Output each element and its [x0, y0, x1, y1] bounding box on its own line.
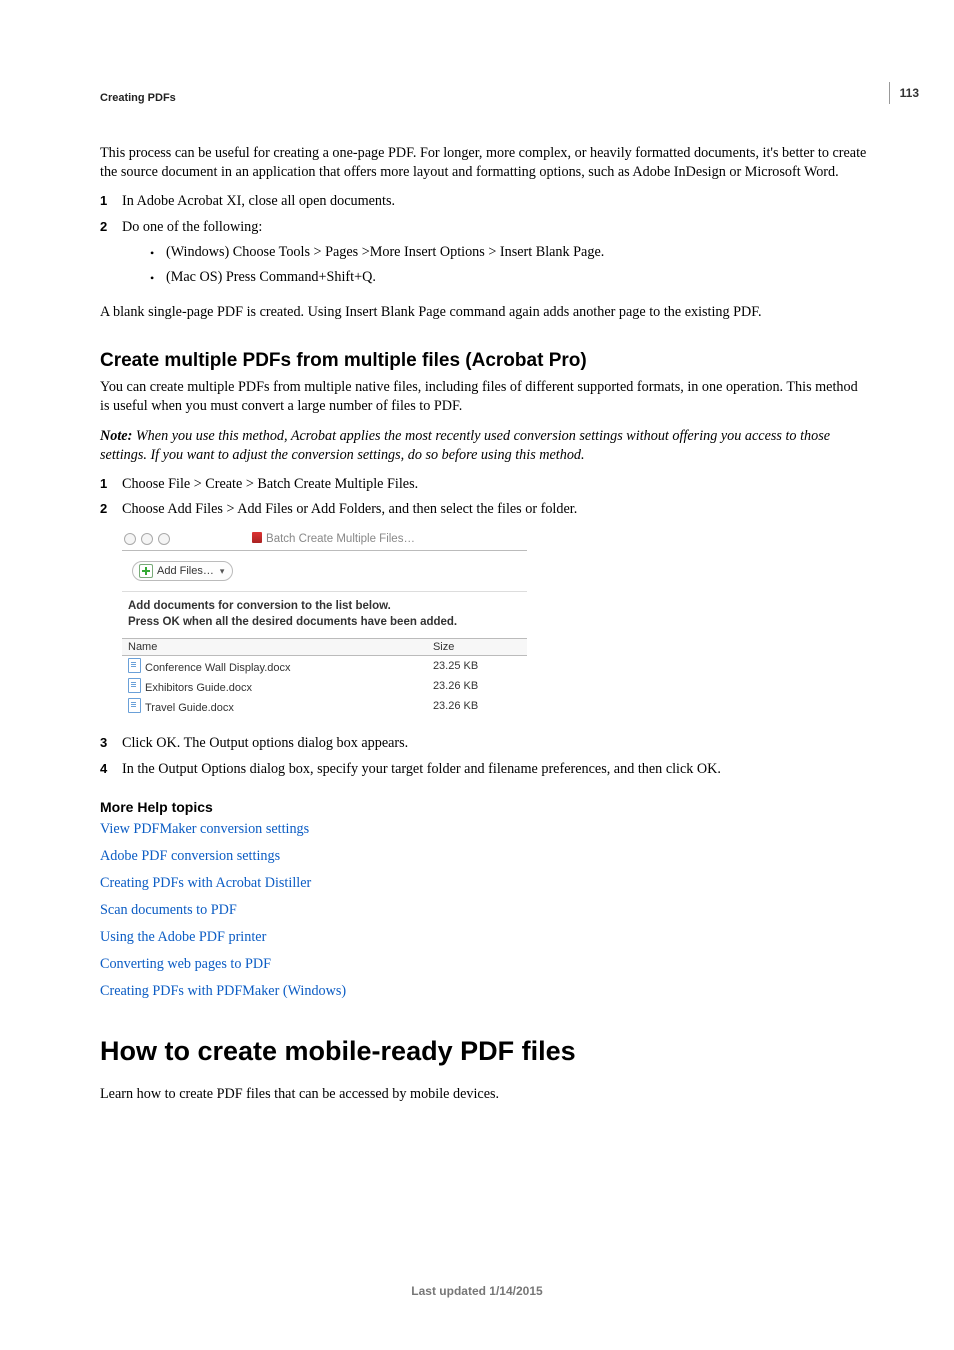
- help-link[interactable]: View PDFMaker conversion settings: [100, 821, 869, 838]
- bullet-item: (Windows) Choose Tools > Pages >More Ins…: [150, 243, 869, 262]
- steps-batch: 1 Choose File > Create > Batch Create Mu…: [100, 475, 869, 519]
- step-number: 2: [100, 218, 122, 294]
- step-text: Choose Add Files > Add Files or Add Fold…: [122, 500, 869, 519]
- window-controls: [124, 533, 170, 545]
- chapter-heading: How to create mobile-ready PDF files: [100, 1036, 869, 1067]
- section-intro: You can create multiple PDFs from multip…: [100, 378, 869, 416]
- step-text-inner: Do one of the following:: [122, 219, 262, 235]
- help-link[interactable]: Converting web pages to PDF: [100, 956, 869, 973]
- column-size-header[interactable]: Size: [427, 639, 527, 656]
- page-footer: Last updated 1/14/2015: [0, 1284, 954, 1298]
- step-number: 1: [100, 475, 122, 494]
- step-number: 3: [100, 734, 122, 753]
- column-name-header[interactable]: Name: [122, 639, 427, 656]
- steps-batch-cont: 3 Click OK. The Output options dialog bo…: [100, 734, 869, 778]
- pdf-icon: [252, 532, 262, 543]
- docx-icon: [128, 678, 141, 693]
- add-files-button[interactable]: Add Files… ▾: [132, 561, 233, 581]
- chevron-down-icon: ▾: [220, 566, 225, 577]
- more-help-heading: More Help topics: [100, 799, 869, 815]
- dialog-screenshot: Batch Create Multiple Files… Add Files… …: [122, 529, 527, 716]
- file-size: 23.25 KB: [427, 656, 527, 677]
- file-name: Travel Guide.docx: [145, 702, 234, 714]
- step-text: In the Output Options dialog box, specif…: [122, 760, 869, 779]
- add-files-label: Add Files…: [157, 565, 214, 577]
- help-link[interactable]: Adobe PDF conversion settings: [100, 848, 869, 865]
- intro-paragraph: This process can be useful for creating …: [100, 144, 869, 182]
- table-row[interactable]: Travel Guide.docx 23.26 KB: [122, 696, 527, 716]
- zoom-icon: [158, 533, 170, 545]
- dialog-title: Batch Create Multiple Files…: [180, 532, 527, 545]
- close-icon: [124, 533, 136, 545]
- step-text: In Adobe Acrobat XI, close all open docu…: [122, 192, 869, 211]
- step-text: Choose File > Create > Batch Create Mult…: [122, 475, 869, 494]
- file-name: Exhibitors Guide.docx: [145, 682, 252, 694]
- minimize-icon: [141, 533, 153, 545]
- instruction-line: Add documents for conversion to the list…: [128, 598, 521, 614]
- instruction-line: Press OK when all the desired documents …: [128, 614, 521, 630]
- step-number: 1: [100, 192, 122, 211]
- running-head: Creating PDFs: [100, 92, 869, 104]
- help-link[interactable]: Using the Adobe PDF printer: [100, 929, 869, 946]
- bullet-item: (Mac OS) Press Command+Shift+Q.: [150, 268, 869, 287]
- page-number: 113: [889, 82, 919, 104]
- chapter-intro: Learn how to create PDF files that can b…: [100, 1085, 869, 1104]
- steps-blank-page: 1 In Adobe Acrobat XI, close all open do…: [100, 192, 869, 293]
- step-number: 4: [100, 760, 122, 779]
- table-row[interactable]: Conference Wall Display.docx 23.25 KB: [122, 656, 527, 677]
- plus-icon: [139, 564, 153, 578]
- note-label: Note:: [100, 428, 136, 444]
- step-text: Click OK. The Output options dialog box …: [122, 734, 869, 753]
- file-name: Conference Wall Display.docx: [145, 662, 291, 674]
- file-size: 23.26 KB: [427, 676, 527, 696]
- docx-icon: [128, 698, 141, 713]
- table-row[interactable]: Exhibitors Guide.docx 23.26 KB: [122, 676, 527, 696]
- dialog-titlebar: Batch Create Multiple Files…: [122, 529, 527, 551]
- note-paragraph: Note: When you use this method, Acrobat …: [100, 427, 869, 465]
- help-links: View PDFMaker conversion settings Adobe …: [100, 821, 869, 1000]
- docx-icon: [128, 658, 141, 673]
- file-table: Name Size Conference Wall Display.docx 2…: [122, 638, 527, 716]
- note-body: When you use this method, Acrobat applie…: [100, 428, 830, 463]
- file-size: 23.26 KB: [427, 696, 527, 716]
- step-text: Do one of the following: (Windows) Choos…: [122, 218, 869, 294]
- dialog-title-text: Batch Create Multiple Files…: [266, 533, 415, 545]
- step-sub-bullets: (Windows) Choose Tools > Pages >More Ins…: [150, 243, 869, 287]
- help-link[interactable]: Creating PDFs with PDFMaker (Windows): [100, 983, 869, 1000]
- result-paragraph: A blank single-page PDF is created. Usin…: [100, 303, 869, 322]
- dialog-instructions: Add documents for conversion to the list…: [122, 591, 527, 638]
- help-link[interactable]: Scan documents to PDF: [100, 902, 869, 919]
- step-number: 2: [100, 500, 122, 519]
- help-link[interactable]: Creating PDFs with Acrobat Distiller: [100, 875, 869, 892]
- section-heading: Create multiple PDFs from multiple files…: [100, 350, 869, 372]
